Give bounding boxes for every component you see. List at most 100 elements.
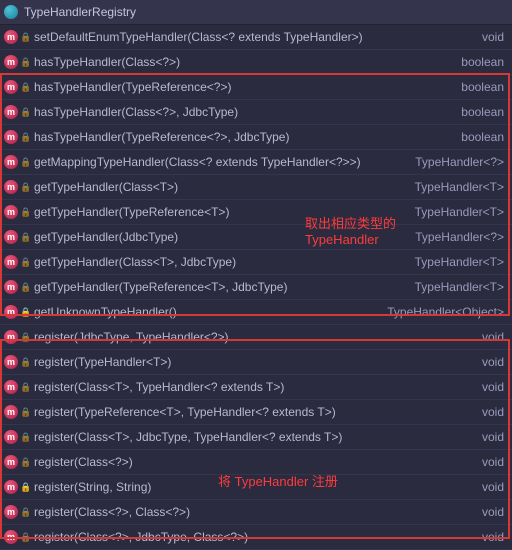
return-type: void xyxy=(476,480,504,494)
method-row[interactable]: m🔒 getTypeHandler(TypeReference<T>, JdbcT… xyxy=(0,275,512,300)
method-icon: m xyxy=(4,30,18,44)
method-row[interactable]: m🔒register(String, String)void xyxy=(0,475,512,500)
method-row[interactable]: m🔒 register(Class<?>)void xyxy=(0,450,512,475)
method-signature: register(Class<T>, JdbcType, TypeHandler… xyxy=(34,430,476,444)
return-type: void xyxy=(476,430,504,444)
method-signature: register(JdbcType, TypeHandler<?>) xyxy=(34,330,476,344)
method-row[interactable]: m🔒 register(Class<?>, JdbcType, Class<?>)… xyxy=(0,525,512,550)
method-icon: m xyxy=(4,205,18,219)
method-signature: getTypeHandler(Class<T>) xyxy=(34,180,409,194)
open-lock-icon: 🔒 xyxy=(20,57,30,68)
method-signature: hasTypeHandler(Class<?>, JdbcType) xyxy=(34,105,455,119)
open-lock-icon: 🔒 xyxy=(20,257,30,268)
open-lock-icon: 🔒 xyxy=(20,532,30,543)
return-type: TypeHandler<T> xyxy=(409,280,504,294)
return-type: boolean xyxy=(455,80,504,94)
open-lock-icon: 🔒 xyxy=(20,157,30,168)
return-type: void xyxy=(476,405,504,419)
method-signature: getUnknownTypeHandler() xyxy=(34,305,381,319)
method-icon: m xyxy=(4,305,18,319)
return-type: boolean xyxy=(455,130,504,144)
method-row[interactable]: m🔒 getUnknownTypeHandler()TypeHandler<Obj… xyxy=(0,300,512,325)
method-row[interactable]: m🔒 hasTypeHandler(TypeReference<?>)boolea… xyxy=(0,75,512,100)
class-icon xyxy=(4,5,18,19)
open-lock-icon: 🔒 xyxy=(20,232,30,243)
method-signature: getTypeHandler(Class<T>, JdbcType) xyxy=(34,255,409,269)
method-icon: m xyxy=(4,355,18,369)
method-row[interactable]: m🔒 getMappingTypeHandler(Class<? extends … xyxy=(0,150,512,175)
class-header[interactable]: TypeHandlerRegistry xyxy=(0,0,512,25)
method-row[interactable]: m🔒hasTypeHandler(Class<?>)boolean xyxy=(0,50,512,75)
method-row[interactable]: m🔒 getTypeHandler(TypeReference<T>)TypeHa… xyxy=(0,200,512,225)
open-lock-icon: 🔒 xyxy=(20,332,30,343)
method-icon: m xyxy=(4,255,18,269)
return-type: TypeHandler<?> xyxy=(409,155,504,169)
method-signature: getTypeHandler(JdbcType) xyxy=(34,230,409,244)
method-signature: register(Class<T>, TypeHandler<? extends… xyxy=(34,380,476,394)
method-icon: m xyxy=(4,530,18,544)
method-list: m🔒setDefaultEnumTypeHandler(Class<? exte… xyxy=(0,25,512,550)
method-signature: setDefaultEnumTypeHandler(Class<? extend… xyxy=(34,30,476,44)
open-lock-icon: 🔒 xyxy=(20,182,30,193)
method-icon: m xyxy=(4,380,18,394)
open-lock-icon: 🔒 xyxy=(20,32,30,43)
open-lock-icon: 🔒 xyxy=(20,82,30,93)
method-row[interactable]: m🔒 register(Class<T>, TypeHandler<? exten… xyxy=(0,375,512,400)
open-lock-icon: 🔒 xyxy=(20,357,30,368)
method-row[interactable]: m🔒 register(TypeReference<T>, TypeHandler… xyxy=(0,400,512,425)
return-type: void xyxy=(476,30,504,44)
method-signature: register(TypeHandler<T>) xyxy=(34,355,476,369)
method-icon: m xyxy=(4,280,18,294)
method-signature: register(Class<?>, JdbcType, Class<?>) xyxy=(34,530,476,544)
method-signature: hasTypeHandler(TypeReference<?>, JdbcTyp… xyxy=(34,130,455,144)
method-row[interactable]: m🔒getTypeHandler(Class<T>, JdbcType)Type… xyxy=(0,250,512,275)
method-signature: register(String, String) xyxy=(34,480,476,494)
return-type: TypeHandler<?> xyxy=(409,230,504,244)
method-icon: m xyxy=(4,130,18,144)
return-type: TypeHandler<T> xyxy=(409,180,504,194)
method-row[interactable]: m🔒 register(TypeHandler<T>)void xyxy=(0,350,512,375)
method-row[interactable]: m🔒 setDefaultEnumTypeHandler(Class<? exte… xyxy=(0,25,512,50)
open-lock-icon: 🔒 xyxy=(20,207,30,218)
open-lock-icon: 🔒 xyxy=(20,382,30,393)
open-lock-icon: 🔒 xyxy=(20,132,30,143)
method-icon: m xyxy=(4,105,18,119)
method-row[interactable]: m🔒hasTypeHandler(Class<?>, JdbcType)bool… xyxy=(0,100,512,125)
method-row[interactable]: m🔒 getTypeHandler(Class<T>)TypeHandler<T> xyxy=(0,175,512,200)
method-row[interactable]: m🔒 hasTypeHandler(TypeReference<?>, JdbcT… xyxy=(0,125,512,150)
method-signature: register(TypeReference<T>, TypeHandler<?… xyxy=(34,405,476,419)
method-signature: register(Class<?>) xyxy=(34,455,476,469)
open-lock-icon: 🔒 xyxy=(20,507,30,518)
method-icon: m xyxy=(4,80,18,94)
return-type: void xyxy=(476,355,504,369)
method-icon: m xyxy=(4,330,18,344)
return-type: void xyxy=(476,505,504,519)
method-row[interactable]: m🔒register(JdbcType, TypeHandler<?>)void xyxy=(0,325,512,350)
method-icon: m xyxy=(4,405,18,419)
method-signature: hasTypeHandler(TypeReference<?>) xyxy=(34,80,455,94)
method-signature: hasTypeHandler(Class<?>) xyxy=(34,55,455,69)
method-icon: m xyxy=(4,455,18,469)
return-type: void xyxy=(476,530,504,544)
return-type: void xyxy=(476,455,504,469)
open-lock-icon: 🔒 xyxy=(20,457,30,468)
method-icon: m xyxy=(4,505,18,519)
method-row[interactable]: m🔒register(Class<T>, JdbcType, TypeHandl… xyxy=(0,425,512,450)
method-signature: getTypeHandler(TypeReference<T>) xyxy=(34,205,409,219)
method-row[interactable]: m🔒register(Class<?>, Class<?>)void xyxy=(0,500,512,525)
method-signature: getTypeHandler(TypeReference<T>, JdbcTyp… xyxy=(34,280,409,294)
method-icon: m xyxy=(4,155,18,169)
return-type: TypeHandler<T> xyxy=(409,205,504,219)
method-icon: m xyxy=(4,430,18,444)
return-type: boolean xyxy=(455,105,504,119)
method-icon: m xyxy=(4,230,18,244)
lock-icon: 🔒 xyxy=(20,307,30,318)
method-row[interactable]: m🔒 getTypeHandler(JdbcType)TypeHandler<?> xyxy=(0,225,512,250)
method-signature: getMappingTypeHandler(Class<? extends Ty… xyxy=(34,155,409,169)
open-lock-icon: 🔒 xyxy=(20,407,30,418)
method-icon: m xyxy=(4,180,18,194)
class-name: TypeHandlerRegistry xyxy=(24,5,136,19)
return-type: TypeHandler<Object> xyxy=(381,305,504,319)
open-lock-icon: 🔒 xyxy=(20,282,30,293)
return-type: void xyxy=(476,380,504,394)
